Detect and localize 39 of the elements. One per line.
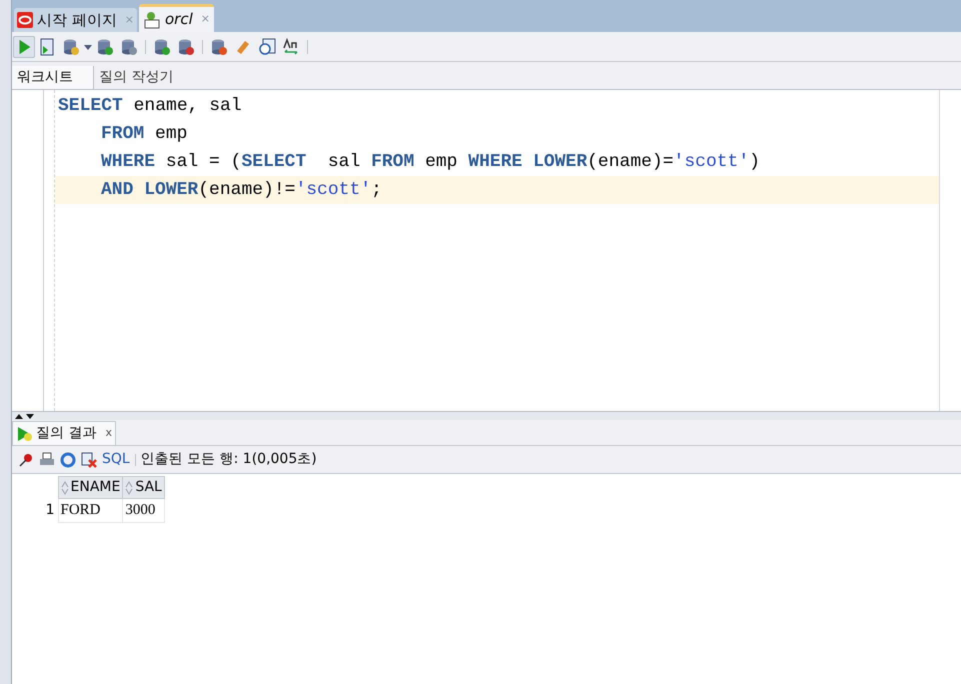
run-result-icon	[16, 425, 33, 442]
sort-icon	[60, 480, 68, 494]
database-icon[interactable]	[120, 38, 138, 56]
column-header[interactable]: SAL	[122, 476, 164, 498]
table-cell: 3000	[122, 498, 164, 522]
column-label: SAL	[135, 478, 162, 497]
run-icon[interactable]	[13, 36, 35, 58]
tab-label: orcl	[165, 9, 193, 30]
results-tab[interactable]: 질의 결과 x	[12, 421, 116, 445]
tab-label: 질의 결과	[36, 424, 96, 443]
database-icon[interactable]	[210, 38, 228, 56]
refresh-icon[interactable]	[60, 452, 76, 468]
oracle-logo-icon	[17, 12, 33, 28]
database-icon[interactable]	[62, 38, 80, 56]
column-header[interactable]: ENAME	[58, 476, 123, 498]
code-line: WHERE sal = (SELECT sal FROM emp WHERE LOWER(ename)='scott')	[100, 150, 761, 174]
code-line: SELECT ename, sal	[57, 94, 243, 118]
editor-tab[interactable]: 워크시트	[12, 66, 94, 89]
script-icon[interactable]	[38, 38, 56, 56]
clear-icon[interactable]	[81, 452, 97, 468]
fetch-status: 인출된 모든 행: 1(0,005초)	[140, 450, 317, 469]
document-tab[interactable]: orcl ×	[139, 4, 214, 32]
database-icon[interactable]	[177, 38, 195, 56]
code-line: FROM emp	[100, 122, 188, 146]
row-number: 1	[12, 498, 58, 522]
sql-editor[interactable]: SELECT ename, sal FROM emp WHERE sal = (SELECT sal FROM emp WHERE LOWER(ename)='scott') AND LOWER(ename)!='scott';	[12, 90, 961, 412]
pin-icon[interactable]	[18, 452, 34, 468]
sort-icon	[125, 480, 134, 494]
document-tab[interactable]: 시작 페이지 ×	[14, 8, 137, 32]
tab-label: 시작 페이지	[37, 10, 117, 31]
column-label: ENAME	[70, 478, 120, 497]
close-icon[interactable]: x	[105, 425, 112, 442]
sql-link[interactable]: SQL	[102, 449, 130, 470]
database-icon[interactable]	[96, 38, 114, 56]
table-cell: FORD	[58, 498, 123, 522]
editor-tab[interactable]: 질의 작성기	[94, 66, 178, 89]
database-connection-icon	[143, 10, 161, 28]
printer-icon[interactable]	[39, 452, 55, 468]
font-case-icon[interactable]	[282, 38, 300, 56]
